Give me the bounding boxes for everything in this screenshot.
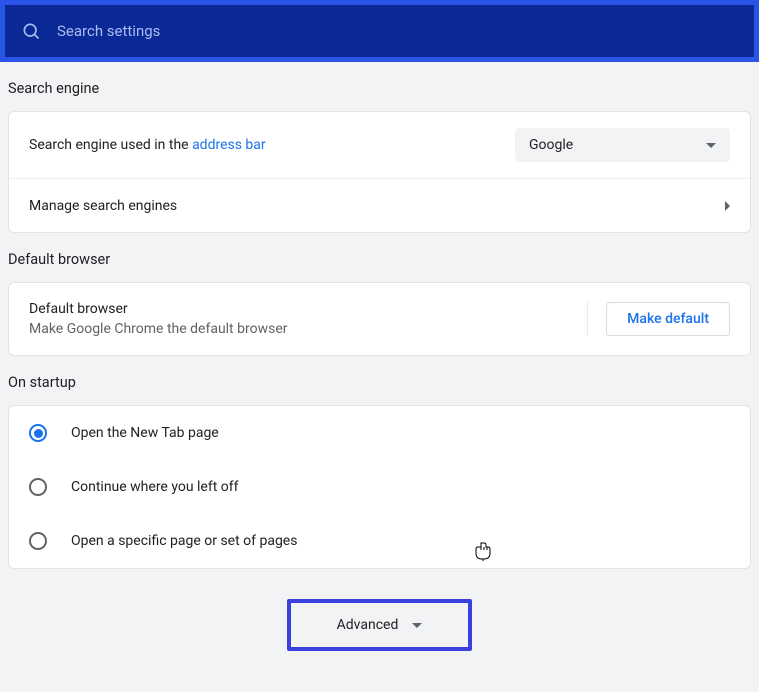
caret-right-icon (725, 201, 730, 211)
search-engine-prefix: Search engine used in the (29, 137, 192, 153)
startup-option-specific[interactable]: Open a specific page or set of pages (9, 514, 750, 568)
search-engine-row: Search engine used in the address bar Go… (9, 112, 750, 178)
startup-option-label: Open a specific page or set of pages (71, 533, 297, 549)
radio-icon (29, 478, 47, 496)
advanced-container: Advanced (4, 599, 755, 651)
caret-down-icon (706, 143, 716, 148)
caret-down-icon (412, 623, 422, 628)
divider (587, 302, 588, 336)
section-title-search-engine: Search engine (4, 62, 755, 111)
manage-search-engines-row[interactable]: Manage search engines (9, 178, 750, 232)
default-browser-row-sub: Make Google Chrome the default browser (29, 321, 577, 337)
default-browser-text: Default browser Make Google Chrome the d… (29, 301, 577, 337)
advanced-label: Advanced (337, 617, 399, 633)
radio-icon (29, 424, 47, 442)
search-engine-selected: Google (529, 137, 573, 153)
search-engine-label: Search engine used in the address bar (29, 137, 515, 153)
top-bar-outer (0, 0, 759, 62)
default-browser-card: Default browser Make Google Chrome the d… (8, 282, 751, 356)
make-default-button[interactable]: Make default (606, 302, 730, 336)
search-icon (21, 21, 41, 41)
on-startup-card: Open the New Tab page Continue where you… (8, 405, 751, 569)
search-bar[interactable] (5, 5, 754, 57)
radio-icon (29, 532, 47, 550)
startup-option-label: Open the New Tab page (71, 425, 219, 441)
default-browser-row: Default browser Make Google Chrome the d… (9, 283, 750, 355)
address-bar-link[interactable]: address bar (192, 137, 266, 153)
section-title-default-browser: Default browser (4, 233, 755, 282)
search-engine-card: Search engine used in the address bar Go… (8, 111, 751, 233)
search-engine-select[interactable]: Google (515, 128, 730, 162)
manage-search-engines-label: Manage search engines (29, 198, 725, 214)
startup-option-continue[interactable]: Continue where you left off (9, 460, 750, 514)
default-browser-row-title: Default browser (29, 301, 577, 317)
section-title-on-startup: On startup (4, 356, 755, 405)
startup-option-new-tab[interactable]: Open the New Tab page (9, 406, 750, 460)
startup-option-label: Continue where you left off (71, 479, 239, 495)
advanced-button[interactable]: Advanced (287, 599, 473, 651)
search-input[interactable] (57, 22, 738, 40)
